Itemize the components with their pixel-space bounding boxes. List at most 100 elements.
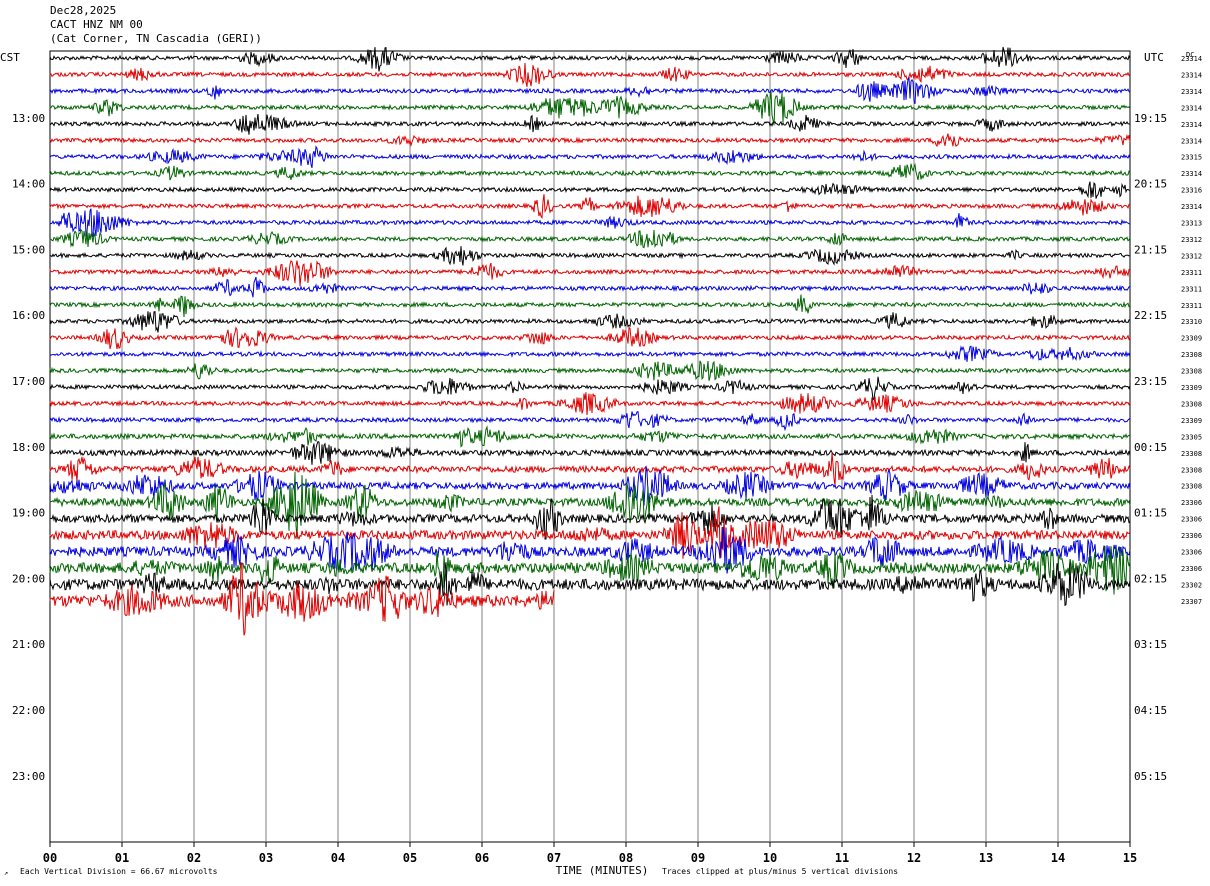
- seismic-trace: [49, 326, 1131, 350]
- dc-value: 23306: [1181, 532, 1202, 540]
- left-hour-label: 23:00: [12, 770, 45, 783]
- x-tick-label: 10: [763, 851, 777, 865]
- left-hour-label: 15:00: [12, 243, 45, 256]
- dc-value: 23306: [1181, 516, 1202, 524]
- dc-value: 23308: [1181, 400, 1202, 408]
- dc-value: 23311: [1181, 285, 1202, 293]
- dc-value: 23316: [1181, 187, 1202, 195]
- x-tick-label: 04: [331, 851, 345, 865]
- dc-value: 23312: [1181, 236, 1202, 244]
- seismic-trace: [49, 145, 1131, 169]
- right-hour-label: 03:15: [1134, 638, 1167, 651]
- right-hour-label: 05:15: [1134, 770, 1167, 783]
- dc-value: 23302: [1181, 581, 1202, 589]
- dc-value: 23314: [1181, 71, 1202, 79]
- dc-value: 23314: [1181, 55, 1202, 63]
- dc-value: 23315: [1181, 154, 1202, 162]
- dc-value: 23308: [1181, 450, 1202, 458]
- dc-value: 23314: [1181, 203, 1202, 211]
- x-axis-label: TIME (MINUTES): [556, 864, 649, 877]
- x-tick-label: 09: [691, 851, 705, 865]
- left-hour-label: 16:00: [12, 309, 45, 322]
- right-hour-label: 19:15: [1134, 112, 1167, 125]
- dc-value: 23314: [1181, 104, 1202, 112]
- dc-value: 23309: [1181, 417, 1202, 425]
- seismic-trace: [49, 376, 1131, 401]
- seismic-trace: [49, 162, 1131, 181]
- right-hour-label: 02:15: [1134, 572, 1167, 585]
- seismic-trace: [49, 181, 1131, 199]
- seismic-trace: [49, 471, 1131, 540]
- seismic-trace: [49, 392, 1131, 416]
- right-hour-label: 00:15: [1134, 441, 1167, 454]
- x-tick-label: 12: [907, 851, 921, 865]
- seismic-trace: [49, 208, 1131, 239]
- dc-value: 23309: [1181, 335, 1202, 343]
- dc-value: 23312: [1181, 252, 1202, 260]
- seismic-trace: [49, 360, 1131, 381]
- right-hour-label: 20:15: [1134, 178, 1167, 191]
- seismic-trace: [49, 228, 1131, 249]
- x-tick-label: 14: [1051, 851, 1065, 865]
- seismic-trace: [49, 425, 1131, 448]
- dc-value: 23309: [1181, 384, 1202, 392]
- right-timezone-label: UTC: [1144, 51, 1164, 64]
- dc-value: 23306: [1181, 565, 1202, 573]
- dc-value: 23310: [1181, 318, 1202, 326]
- right-hour-label: 04:15: [1134, 704, 1167, 717]
- seismic-trace: [49, 310, 1131, 333]
- dc-value: 23313: [1181, 220, 1202, 228]
- seismic-trace: [49, 345, 1131, 362]
- seismic-trace: [49, 194, 1131, 220]
- left-timezone-label: CST: [0, 51, 20, 64]
- dc-value: 23306: [1181, 549, 1202, 557]
- right-hour-label: 01:15: [1134, 507, 1167, 520]
- x-tick-label: 08: [619, 851, 633, 865]
- seismic-trace: [49, 440, 1131, 465]
- x-tick-label: 02: [187, 851, 201, 865]
- x-tick-label: 07: [547, 851, 561, 865]
- seismic-trace: [49, 260, 1131, 287]
- x-tick-label: 15: [1123, 851, 1137, 865]
- seismic-trace: [49, 76, 1131, 105]
- left-hour-label: 14:00: [12, 178, 45, 191]
- left-hour-label: 18:00: [12, 441, 45, 454]
- x-tick-label: 06: [475, 851, 489, 865]
- seismic-trace: [49, 410, 1131, 432]
- x-tick-label: 03: [259, 851, 273, 865]
- dc-value: 23308: [1181, 466, 1202, 474]
- left-hour-label: 19:00: [12, 507, 45, 520]
- dc-value: 23311: [1181, 269, 1202, 277]
- dc-value: 23311: [1181, 302, 1202, 310]
- x-tick-label: 00: [43, 851, 57, 865]
- dc-value: 23305: [1181, 433, 1202, 441]
- left-hour-label: 20:00: [12, 572, 45, 585]
- x-tick-label: 13: [979, 851, 993, 865]
- dc-value: 23314: [1181, 170, 1202, 178]
- seismic-trace: [49, 276, 1131, 298]
- x-tick-label: 11: [835, 851, 849, 865]
- dc-value: 23314: [1181, 88, 1202, 96]
- right-hour-label: 23:15: [1134, 375, 1167, 388]
- dc-value: 23314: [1181, 137, 1202, 145]
- x-tick-label: 01: [115, 851, 129, 865]
- plot-frame: [49, 50, 1131, 843]
- seismic-trace: [49, 62, 1131, 87]
- seismic-trace: [49, 133, 1131, 148]
- left-hour-label: 13:00: [12, 112, 45, 125]
- seismic-trace: [49, 452, 1131, 486]
- seismic-trace: [49, 246, 1130, 266]
- helicorder-plot: 00 01 02 03 04 05 06 07 08 09 10 11 12 13 14 15 TIME (MI…: [0, 46, 1202, 877]
- footer-scale-icon: ↗: [4, 869, 8, 877]
- dc-value: 23308: [1181, 351, 1202, 359]
- dc-value: 23306: [1181, 499, 1202, 507]
- dc-value: 23307: [1181, 598, 1202, 606]
- right-hour-label: 22:15: [1134, 309, 1167, 322]
- left-hour-label: 22:00: [12, 704, 45, 717]
- right-hour-label: 21:15: [1134, 243, 1167, 256]
- seismic-trace: [49, 294, 1131, 318]
- footer-scale-note: Each Vertical Division = 66.67 microvolt…: [20, 867, 218, 876]
- left-hour-label: 21:00: [12, 638, 45, 651]
- dc-value: 23308: [1181, 483, 1202, 491]
- left-hour-label: 17:00: [12, 375, 45, 388]
